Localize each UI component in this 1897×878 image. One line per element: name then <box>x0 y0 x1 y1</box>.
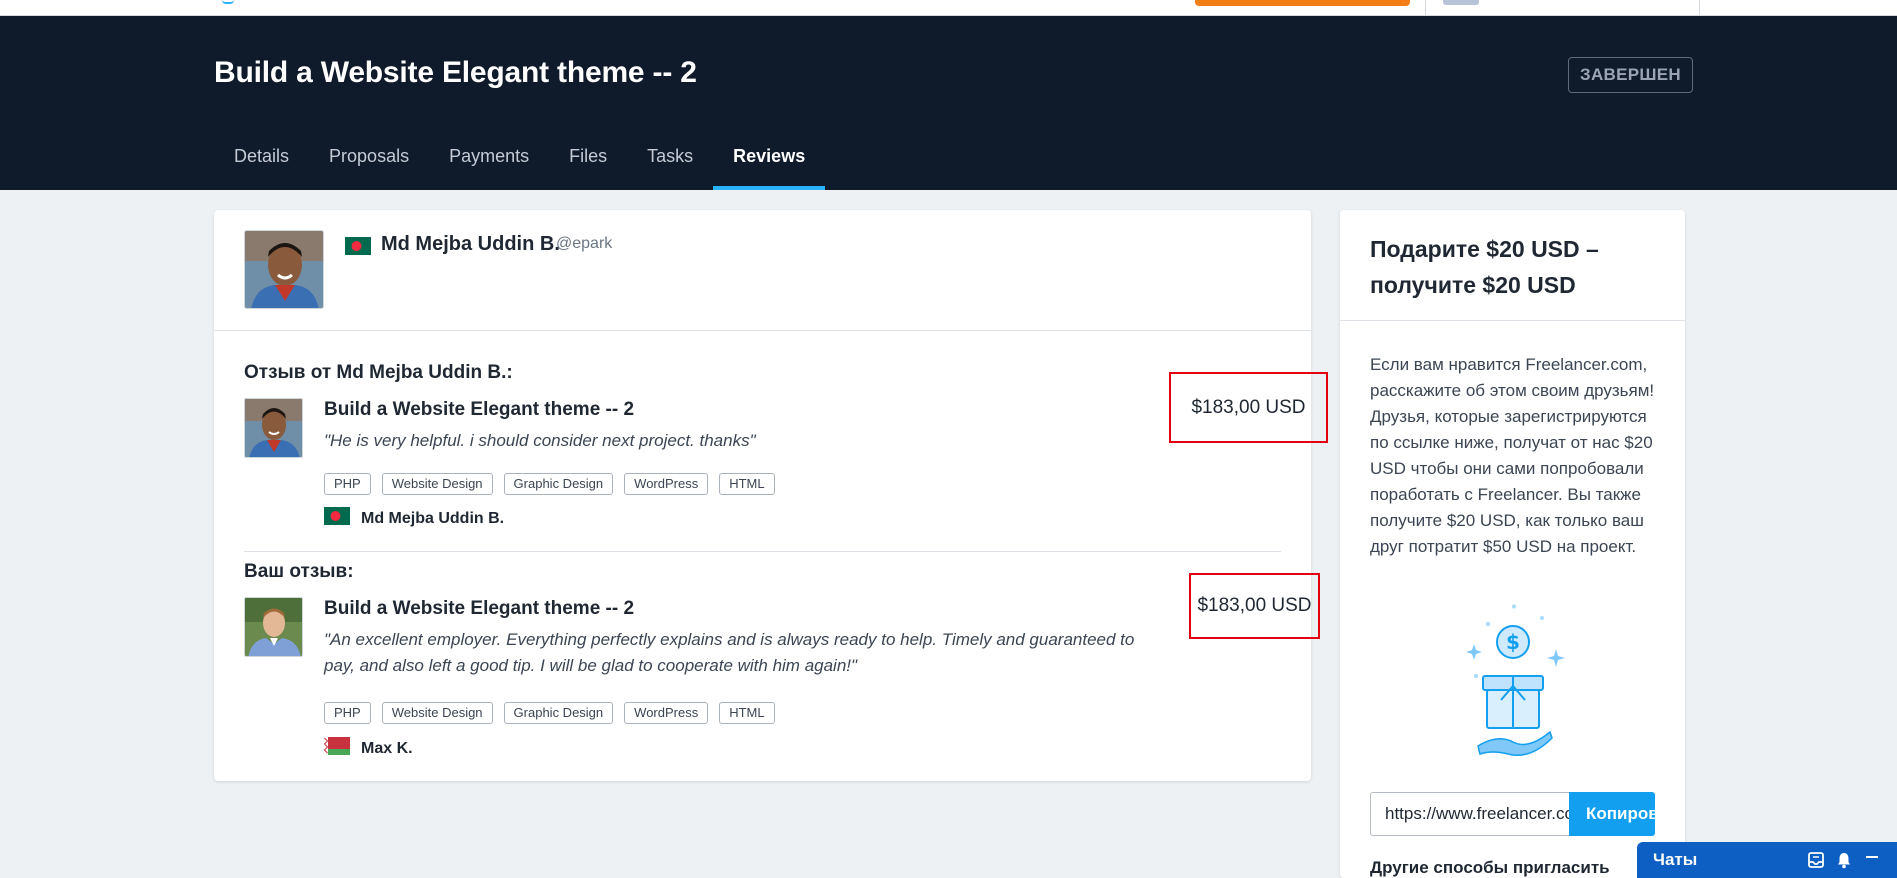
copy-link-button[interactable]: Копировать <box>1569 792 1655 836</box>
bangladesh-flag-icon <box>345 237 371 260</box>
project-title: Build a Website Elegant theme -- 2 <box>214 56 697 89</box>
chat-bar[interactable]: Чаты <box>1637 842 1897 878</box>
skill-tag[interactable]: HTML <box>719 473 775 495</box>
skill-tag[interactable]: HTML <box>719 702 775 724</box>
review-amount: $183,00 USD <box>1189 573 1320 639</box>
review-heading: Ваш отзыв: <box>244 561 354 582</box>
review-author: Max K. <box>323 737 413 760</box>
your-review: Ваш отзыв: Build a Website Elegant theme… <box>244 561 1320 761</box>
other-invite-ways-heading: Другие способы пригласить <box>1370 858 1610 877</box>
status-badge: ЗАВЕРШЕН <box>1568 57 1693 93</box>
reviews-card: Md Mejba Uddin B. @epark Отзыв от Md Mej… <box>214 210 1328 781</box>
tab-tasks[interactable]: Tasks <box>627 140 713 190</box>
project-header: Build a Website Elegant theme -- 2 ЗАВЕР… <box>0 16 1897 190</box>
freelancer-name[interactable]: Md Mejba Uddin B. <box>381 233 560 256</box>
review-project-title[interactable]: Build a Website Elegant theme -- 2 <box>324 399 634 421</box>
review-from-freelancer: Отзыв от Md Mejba Uddin B.: Build a Webs… <box>244 362 1328 552</box>
review-text: "An excellent employer. Everything perfe… <box>324 630 1135 675</box>
skill-tag[interactable]: Website Design <box>381 702 493 724</box>
post-project-button[interactable] <box>1195 0 1410 6</box>
referral-description: Если вам нравится Freelancer.com, расска… <box>1370 355 1655 556</box>
freelancer-logo-icon[interactable] <box>222 0 234 4</box>
gift-money-icon: $ <box>1458 604 1568 769</box>
bell-icon[interactable] <box>1835 851 1853 874</box>
review-author-name[interactable]: Max K. <box>361 740 413 758</box>
review-heading: Отзыв от Md Mejba Uddin B.: <box>244 362 513 383</box>
tab-reviews[interactable]: Reviews <box>713 140 826 190</box>
tab-payments[interactable]: Payments <box>429 140 549 190</box>
freelancer-avatar[interactable] <box>244 230 324 309</box>
review-author-name[interactable]: Md Mejba Uddin B. <box>361 510 504 528</box>
skill-tag[interactable]: Graphic Design <box>503 473 614 495</box>
referral-sidebar: Подарите $20 USD – получите $20 USD Если… <box>1340 210 1685 878</box>
referral-url-input[interactable]: https://www.freelancer.com/ <box>1370 792 1570 836</box>
project-tabs: Details Proposals Payments Files Tasks R… <box>214 140 826 190</box>
review-text: "He is very helpful. i should consider n… <box>324 431 756 450</box>
skill-tag[interactable]: Graphic Design <box>503 702 614 724</box>
svg-text:$: $ <box>1506 630 1520 654</box>
freelancer-profile: Md Mejba Uddin B. @epark <box>214 210 1311 331</box>
skill-tag[interactable]: WordPress <box>624 473 709 495</box>
tab-details[interactable]: Details <box>214 140 309 190</box>
skill-tag[interactable]: WordPress <box>624 702 709 724</box>
minimize-icon[interactable] <box>1863 851 1881 874</box>
inbox-icon[interactable] <box>1807 851 1825 874</box>
tab-proposals[interactable]: Proposals <box>309 140 429 190</box>
reviewer-avatar[interactable] <box>244 398 303 458</box>
review-amount: $183,00 USD <box>1169 372 1328 443</box>
nav-divider <box>1699 0 1700 16</box>
skill-tag[interactable]: PHP <box>324 702 371 724</box>
freelancer-handle: @epark <box>556 235 613 252</box>
referral-header: Подарите $20 USD – получите $20 USD <box>1340 210 1685 321</box>
skill-tag[interactable]: Website Design <box>381 473 493 495</box>
belarus-flag-icon <box>323 737 350 760</box>
reviewer-avatar[interactable] <box>244 597 303 657</box>
user-avatar-icon[interactable] <box>1443 0 1479 5</box>
skill-tag[interactable]: PHP <box>324 473 371 495</box>
review-project-title[interactable]: Build a Website Elegant theme -- 2 <box>324 598 634 620</box>
nav-divider <box>1425 0 1426 16</box>
tab-files[interactable]: Files <box>549 140 627 190</box>
referral-title: Подарите $20 USD – получите $20 USD <box>1370 236 1599 298</box>
skill-tags: PHP Website Design Graphic Design WordPr… <box>324 473 775 495</box>
skill-tags: PHP Website Design Graphic Design WordPr… <box>324 702 775 724</box>
review-author: Md Mejba Uddin B. <box>324 507 504 530</box>
top-nav-bar <box>0 0 1897 16</box>
bangladesh-flag-icon <box>324 507 350 530</box>
chat-label[interactable]: Чаты <box>1653 850 1697 870</box>
